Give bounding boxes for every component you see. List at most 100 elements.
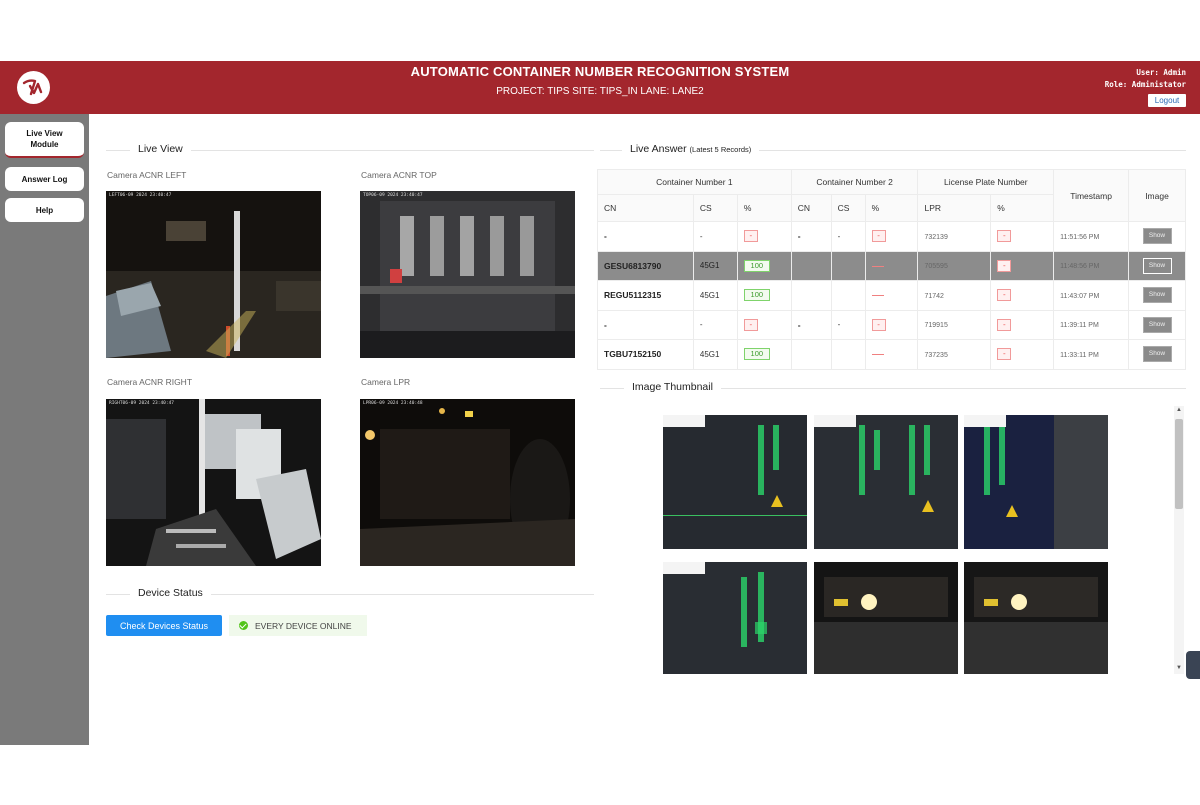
cell-cn2 [790, 339, 832, 370]
image-thumbnail-title: Image Thumbnail [624, 381, 721, 393]
cell-cn1-value: GESU6813790 [604, 260, 662, 271]
sidebar-item-help[interactable]: Help [5, 198, 84, 222]
show-image-button[interactable]: Show [1142, 316, 1172, 333]
header-lpr: LPR [917, 194, 992, 222]
confidence-badge: 100 [743, 289, 770, 302]
cell-plpr: - [990, 309, 1055, 340]
thumbnail-gallery[interactable] [600, 406, 1186, 674]
cell-lpr-value: 71742 [924, 292, 944, 300]
camera-lpr-image [360, 399, 575, 566]
cell-image: Show [1128, 309, 1186, 340]
table-row[interactable]: - - - - - - 732139 - 11:51:56 PM Show [597, 221, 1186, 252]
header-cs1: CS [692, 194, 738, 222]
cell-cn2: - [790, 221, 832, 252]
header-cn1: CN [597, 194, 694, 222]
sidebar: Live View Module Answer Log Help [0, 114, 89, 745]
cell-cs1-value: - [699, 231, 703, 241]
camera-top-timestamp: TOP06-09 2024 23:40:47 [363, 193, 423, 198]
scroll-up-icon[interactable]: ▲ [1175, 406, 1183, 414]
scrollbar-thumb[interactable] [1175, 419, 1183, 509]
table-row[interactable]: TGBU7152150 45G1 100 737235 - 11:33:11 PM Show [597, 339, 1186, 370]
cell-lpr-value: 737235 [924, 351, 948, 359]
cell-cn1: GESU6813790 [597, 250, 694, 281]
cell-cn1: - [597, 221, 694, 252]
cell-lpr: 732139 [917, 221, 992, 252]
sidebar-item-label: Help [35, 205, 54, 215]
cell-lpr-value: 719915 [924, 322, 948, 330]
cell-p2: - [864, 309, 919, 340]
thumbnail-tag [964, 415, 1006, 427]
container-photo [964, 415, 1108, 549]
header-pct2: % [864, 194, 919, 222]
cell-cn2-value: - [797, 319, 801, 330]
role-line: Role: Administator [1104, 80, 1186, 89]
check-devices-button[interactable]: Check Devices Status [106, 615, 222, 636]
sidebar-item-label: Live View Module [26, 129, 63, 149]
camera-top-feed[interactable]: TOP06-09 2024 23:40:47 [360, 191, 575, 358]
thumbnail-image[interactable] [964, 415, 1108, 549]
thumbnail-image[interactable] [663, 562, 807, 674]
cell-lpr-value: 705595 [924, 263, 948, 271]
cell-cn1-value: - [604, 231, 607, 242]
scroll-down-icon[interactable]: ▼ [1175, 664, 1183, 672]
header-container-2: Container Number 2 [790, 169, 919, 195]
show-image-button[interactable]: Show [1142, 228, 1172, 245]
cell-cs1-value: 45G1 [699, 261, 720, 271]
show-image-button[interactable]: Show [1142, 287, 1172, 304]
confidence-badge: - [997, 259, 1012, 272]
camera-right-feed[interactable]: RIGHT06-09 2024 23:40:47 [106, 399, 321, 566]
cell-p1: 100 [736, 250, 792, 281]
camera-left-feed[interactable]: LEFT06-09 2024 23:40:47 [106, 191, 321, 358]
header-cs2: CS [830, 194, 866, 222]
cell-cs2-value: - [837, 320, 841, 330]
confidence-badge: - [997, 289, 1012, 302]
live-answer-title: Live Answer [630, 143, 687, 155]
thumbnail-tag [663, 562, 705, 574]
cell-cn1: REGU5112315 [597, 280, 694, 311]
show-image-button[interactable]: Show [1142, 257, 1172, 274]
system-title: AUTOMATIC CONTAINER NUMBER RECOGNITION S… [410, 64, 790, 79]
cell-time: 11:51:56 PM [1053, 221, 1130, 252]
table-row[interactable]: REGU5112315 45G1 100 71742 - 11:43:07 PM Show [597, 280, 1186, 311]
device-status-title: Device Status [130, 587, 211, 599]
cell-lpr: 737235 [917, 339, 992, 370]
thumbnail-image[interactable] [814, 415, 958, 549]
cell-cs2 [830, 339, 866, 370]
cell-p2 [864, 250, 919, 281]
cell-plpr: - [990, 250, 1055, 281]
header-cn2: CN [790, 194, 832, 222]
side-panel-tab[interactable] [1186, 651, 1200, 679]
sidebar-item-label: Answer Log [21, 174, 68, 184]
header-container-1: Container Number 1 [597, 169, 792, 195]
sidebar-item-live-view[interactable]: Live View Module [5, 122, 84, 158]
truck-photo [814, 562, 958, 674]
thumbnail-image[interactable] [814, 562, 958, 674]
table-row[interactable]: - - - - - - 719915 - 11:39:11 PM Show [597, 309, 1186, 340]
cell-time-value: 11:39:11 PM [1060, 322, 1099, 330]
confidence-badge: - [997, 230, 1012, 243]
thumbnail-image[interactable] [964, 562, 1108, 674]
live-answer-heading: Live Answer (Latest 5 Records) [622, 143, 760, 155]
cell-cn2: - [790, 309, 832, 340]
cell-p2 [864, 339, 919, 370]
cell-lpr: 71742 [917, 280, 992, 311]
camera-left-timestamp: LEFT06-09 2024 23:40:47 [109, 193, 172, 198]
cell-cn1: - [597, 309, 694, 340]
cell-lpr: 719915 [917, 309, 992, 340]
camera-lpr-feed[interactable]: LPR06-09 2024 23:40:48 [360, 399, 575, 566]
sidebar-item-answer-log[interactable]: Answer Log [5, 167, 84, 191]
check-circle-icon [239, 621, 248, 630]
logout-button[interactable]: Logout [1148, 94, 1186, 107]
table-row[interactable]: GESU6813790 45G1 100 705595 - 11:48:56 PM Show [597, 250, 1186, 281]
thumbnail-image[interactable] [663, 415, 807, 549]
show-image-button[interactable]: Show [1142, 346, 1172, 363]
cell-time: 11:43:07 PM [1053, 280, 1130, 311]
confidence-badge: - [997, 348, 1012, 361]
live-view-title: Live View [130, 143, 191, 155]
thumbnail-tag [663, 415, 705, 427]
user-line: User: Admin [1136, 68, 1186, 77]
cell-cs2-value: - [837, 231, 841, 241]
cell-image: Show [1128, 221, 1186, 252]
container-photo [814, 415, 958, 549]
confidence-badge: - [743, 230, 758, 243]
